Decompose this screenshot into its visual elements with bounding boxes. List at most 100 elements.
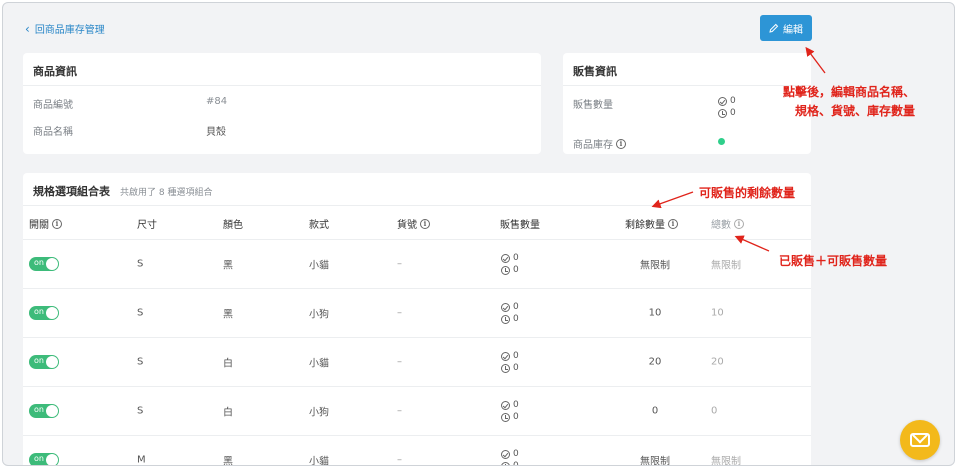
variant-toggle[interactable]: on <box>29 404 59 418</box>
clock-icon <box>501 461 510 465</box>
cell-sku: – <box>397 307 402 319</box>
table-row: on M 黑 小貓 – 0 0 無限制 無限制 <box>23 435 811 466</box>
col-remaining: 剩餘數量 i <box>625 216 678 231</box>
sold-count: 0 <box>513 302 519 312</box>
pending-count: 0 <box>513 314 519 324</box>
variants-subtitle: 共啟用了 8 種選項組合 <box>120 188 213 198</box>
table-row: on S 白 小狗 – 0 0 0 0 <box>23 386 811 435</box>
cell-sku: – <box>397 258 402 270</box>
cell-remaining: 無限制 <box>640 456 670 466</box>
cell-style: 小貓 <box>309 358 329 370</box>
variant-toggle[interactable]: on <box>29 306 59 320</box>
info-icon[interactable]: i <box>616 138 626 149</box>
sold-count: 0 <box>513 400 519 410</box>
toggle-label: on <box>34 307 44 316</box>
cell-size: M <box>137 454 146 466</box>
cell-remaining: 10 <box>648 307 662 319</box>
check-circle-icon <box>501 302 510 312</box>
cell-color: 白 <box>223 407 233 419</box>
pending-stat: 0 <box>718 107 736 119</box>
back-link[interactable]: ‹ 回商品庫存管理 <box>25 21 105 37</box>
sold-count: 0 <box>730 96 736 106</box>
pending-stat: 0 <box>501 362 519 374</box>
clock-icon <box>501 363 510 373</box>
variant-toggle[interactable]: on <box>29 257 59 271</box>
sold-count: 0 <box>513 351 519 361</box>
product-info-title: 商品資訊 <box>33 65 77 78</box>
cell-sku: – <box>397 454 402 466</box>
clock-icon <box>718 108 727 118</box>
info-icon[interactable]: i <box>52 218 62 229</box>
cell-sales: 0 0 <box>501 350 519 374</box>
pending-count: 0 <box>513 363 519 373</box>
divider <box>563 85 811 86</box>
clock-icon <box>501 412 510 422</box>
edit-button[interactable]: 編輯 <box>760 15 812 41</box>
col-remaining-label: 剩餘數量 <box>625 220 665 231</box>
table-row: on S 黑 小狗 – 0 0 10 10 <box>23 288 811 337</box>
cell-style: 小貓 <box>309 260 329 272</box>
info-icon[interactable]: i <box>734 218 744 229</box>
check-circle-icon <box>501 253 510 263</box>
col-switch: 開關 i <box>29 216 62 231</box>
variant-toggle[interactable]: on <box>29 355 59 369</box>
cell-total: 無限制 <box>711 456 741 466</box>
pending-count: 0 <box>513 265 519 275</box>
sold-count: 0 <box>513 449 519 459</box>
divider <box>23 205 811 206</box>
cell-sales: 0 0 <box>501 399 519 423</box>
check-circle-icon <box>501 400 510 410</box>
table-row: on S 黑 小貓 – 0 0 無限制 無限制 <box>23 239 811 288</box>
check-circle-icon <box>501 449 510 459</box>
cell-style: 小狗 <box>309 407 329 419</box>
app-window: ‹ 回商品庫存管理 編輯 商品資訊 商品編號 #84 商品名稱 貝殼 販售資訊 … <box>2 2 955 466</box>
cell-style: 小狗 <box>309 309 329 321</box>
pending-stat: 0 <box>501 411 519 423</box>
sold-stat: 0 <box>501 350 519 362</box>
info-icon[interactable]: i <box>420 218 430 229</box>
clock-icon <box>501 265 510 275</box>
cell-remaining: 無限制 <box>640 260 670 272</box>
col-total: 總數 i <box>711 216 744 231</box>
check-circle-icon <box>718 96 727 106</box>
col-sku: 貨號 i <box>397 216 430 231</box>
toggle-label: on <box>34 258 44 267</box>
cell-color: 黑 <box>223 309 233 321</box>
variants-header: 規格選項組合表 共啟用了 8 種選項組合 <box>33 183 212 199</box>
info-icon[interactable]: i <box>668 218 678 229</box>
toggle-knob <box>46 307 58 319</box>
remaining-annotation: 可販售的剩餘數量 <box>699 186 796 200</box>
product-id-label: 商品編號 <box>33 100 73 111</box>
edit-button-label: 編輯 <box>783 24 803 36</box>
cell-sku: – <box>397 405 402 417</box>
sales-qty-label: 販售數量 <box>573 100 613 111</box>
sold-stat: 0 <box>501 399 519 411</box>
edit-annotation: 點擊後，編輯商品名稱、 規格、貨號、庫存數量 <box>783 83 915 119</box>
sold-stat: 0 <box>501 301 519 313</box>
sales-info-card: 販售資訊 販售數量 0 0 商品庫存 i <box>563 53 811 154</box>
col-style: 款式 <box>309 220 329 231</box>
cell-color: 白 <box>223 358 233 370</box>
toggle-knob <box>46 454 58 465</box>
pending-stat: 0 <box>501 460 519 466</box>
toggle-knob <box>46 405 58 417</box>
chat-button[interactable] <box>900 420 940 460</box>
product-info-card: 商品資訊 商品編號 #84 商品名稱 貝殼 <box>23 53 541 154</box>
cell-sales: 0 0 <box>501 448 519 466</box>
mail-icon <box>910 433 930 447</box>
toggle-label: on <box>34 454 44 463</box>
cell-sales: 0 0 <box>501 301 519 325</box>
cell-size: S <box>137 258 144 270</box>
cell-color: 黑 <box>223 260 233 272</box>
variants-table-body: on S 黑 小貓 – 0 0 無限制 無限制 on S 黑 小狗 – 0 0 … <box>23 239 811 466</box>
stock-label: 商品庫存 <box>573 140 613 151</box>
stock-status-dot <box>718 138 725 145</box>
cell-color: 黑 <box>223 456 233 466</box>
cell-total: 20 <box>711 356 724 368</box>
divider <box>23 85 541 86</box>
pending-count: 0 <box>513 461 519 466</box>
variant-toggle[interactable]: on <box>29 453 59 465</box>
sales-qty-stats: 0 0 <box>718 95 736 119</box>
edit-annotation-line1: 點擊後，編輯商品名稱、 <box>783 85 916 99</box>
col-sales: 販售數量 <box>500 220 540 231</box>
